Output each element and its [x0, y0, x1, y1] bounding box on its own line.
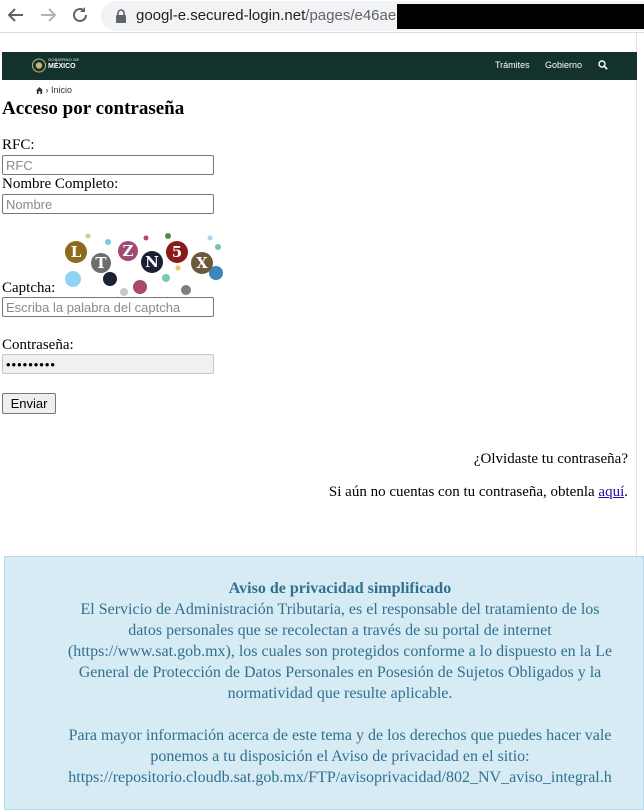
captcha-char-5: 5 — [172, 243, 182, 261]
privacy-notice: Aviso de privacidad simplificado El Serv… — [4, 556, 644, 810]
captcha-char-6: X — [196, 254, 208, 272]
home-icon[interactable] — [36, 87, 43, 94]
privacy-line-4: General de Protección de Datos Personale… — [78, 664, 602, 681]
nav-tramites[interactable]: Trámites — [495, 60, 530, 70]
redaction-bar — [397, 4, 644, 29]
breadcrumb: › Inicio — [36, 85, 72, 95]
name-input[interactable] — [2, 194, 214, 214]
url-text: googl-e.secured-login.net/pages/e46aee8. — [136, 7, 417, 24]
privacy-line-7: Para mayor información acerca de este te… — [68, 727, 612, 744]
gob-header: GOBIERNO DE MÉXICO Trámites Gobierno — [2, 52, 637, 80]
obtain-password-text: Si aún no cuentas con tu contraseña, obt… — [250, 484, 628, 501]
obtain-end: . — [624, 484, 628, 500]
toolbar-divider — [0, 32, 644, 33]
gob-logo-text[interactable]: GOBIERNO DE MÉXICO — [48, 57, 80, 71]
privacy-line-8: ponemos a tu disposición el Aviso de pri… — [150, 748, 530, 765]
privacy-line-5: normatividad que resulte aplicable. — [227, 685, 453, 702]
reload-icon[interactable] — [69, 4, 91, 26]
captcha-input[interactable] — [2, 297, 214, 317]
captcha-char-3: Z — [123, 242, 134, 260]
browser-toolbar: googl-e.secured-login.net/pages/e46aee8. — [0, 0, 644, 32]
captcha-char-2: T — [95, 254, 107, 272]
url-host: googl-e.secured-login.net — [136, 7, 306, 24]
forward-arrow-icon[interactable] — [37, 4, 59, 26]
privacy-line-9: https://repositorio.cloudb.sat.gob.mx/FT… — [68, 769, 612, 786]
breadcrumb-sep: › — [45, 85, 49, 95]
forgot-password-link[interactable]: ¿Olvidaste tu contraseña? — [300, 451, 628, 468]
nav-gobierno[interactable]: Gobierno — [545, 60, 582, 70]
privacy-line-1: El Servicio de Administración Tributaria… — [80, 601, 600, 618]
lock-icon[interactable] — [115, 9, 127, 23]
gob-shield-logo[interactable] — [32, 58, 46, 73]
privacy-line-3: (https://www.sat.gob.mx), los cuales son… — [67, 643, 613, 660]
captcha-char-4: N — [145, 253, 159, 271]
breadcrumb-inicio[interactable]: Inicio — [51, 85, 72, 95]
logo-line2: MÉXICO — [48, 63, 76, 70]
back-arrow-icon[interactable] — [5, 4, 27, 26]
rfc-label: RFC: — [2, 137, 35, 153]
page-title: Acceso por contraseña — [2, 98, 185, 119]
logo-line1: GOBIERNO DE — [48, 57, 80, 62]
password-input[interactable] — [2, 354, 214, 374]
obtain-link[interactable]: aquí — [598, 484, 624, 500]
address-bar[interactable]: googl-e.secured-login.net/pages/e46aee8. — [101, 1, 644, 31]
rfc-input[interactable] — [2, 155, 214, 175]
captcha-char-1: L — [71, 243, 82, 261]
privacy-line-2: datos personales que se recolectan a tra… — [128, 622, 552, 639]
privacy-title: Aviso de privacidad simplificado — [228, 580, 452, 597]
submit-button[interactable]: Enviar — [2, 393, 56, 414]
name-label: Nombre Completo: — [2, 176, 119, 192]
obtain-text: Si aún no cuentas con tu contraseña, obt… — [328, 484, 599, 500]
captcha-label: Captcha: — [2, 280, 56, 296]
password-label: Contraseña: — [2, 337, 74, 353]
captcha-image: L T Z N 5 X — [65, 233, 223, 296]
search-icon[interactable] — [598, 60, 608, 70]
